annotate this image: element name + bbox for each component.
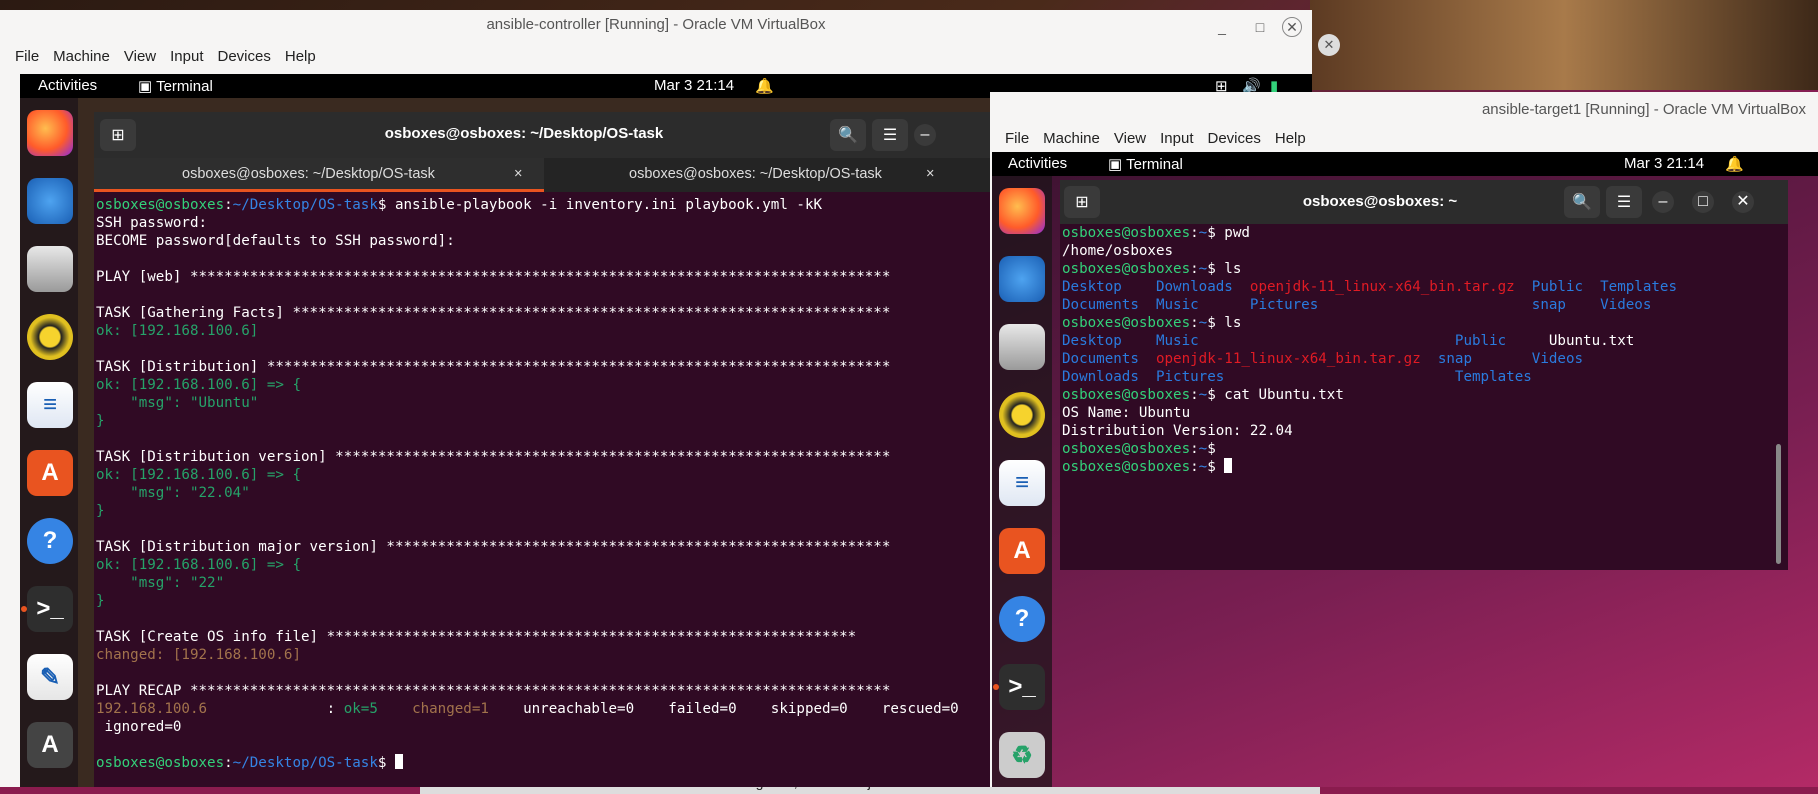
target-guest-screen: Activities ▣ Terminal Mar 3 21:14 🔔 ≡ A? >…	[992, 152, 1818, 787]
controller-menu-devices[interactable]: Devices	[211, 48, 278, 72]
search-icon[interactable]: 🔍	[830, 119, 866, 151]
target-menu-help[interactable]: Help	[1268, 130, 1313, 154]
terminal-line: Desktop Music Public Ubuntu.txt	[1062, 333, 1635, 349]
terminal-title: osboxes@osboxes: ~/Desktop/OS-task	[384, 125, 664, 142]
terminal-line: osboxes@osboxes:~$ ls	[1062, 315, 1242, 331]
target-terminal-output[interactable]: osboxes@osboxes:~$ pwd/home/osboxes osbox…	[1062, 224, 1772, 570]
terminal-line: osboxes@osboxes:~$	[1062, 458, 1772, 476]
new-tab-icon[interactable]: ⊞	[100, 119, 136, 151]
text-editor-icon[interactable]: ✎	[27, 654, 73, 700]
controller-dock: ≡ A? >_ ✎ A	[20, 98, 78, 787]
terminal-icon[interactable]: >_	[27, 586, 73, 632]
tab-1-label: osboxes@osboxes: ~/Desktop/OS-task	[182, 166, 435, 182]
cursor	[1224, 458, 1233, 473]
controller-menu-file[interactable]: File	[8, 48, 46, 72]
bell-icon: 🔔	[755, 78, 774, 95]
tab-2-label: osboxes@osboxes: ~/Desktop/OS-task	[629, 166, 882, 182]
terminal-icon: ▣	[138, 78, 153, 95]
target-menu-file[interactable]: File	[998, 130, 1036, 154]
target-activities-button[interactable]: Activities	[1008, 155, 1067, 172]
maximize-icon[interactable]: □	[1692, 191, 1714, 213]
thunderbird-icon[interactable]	[27, 178, 73, 224]
terminal-line: Desktop Downloads openjdk-11_linux-x64_b…	[1062, 279, 1678, 295]
terminal-line: Documents openjdk-11_linux-x64_bin.tar.g…	[1062, 351, 1584, 367]
tab-1[interactable]: osboxes@osboxes: ~/Desktop/OS-task ×	[94, 158, 544, 192]
target-terminal-app-menu[interactable]: ▣ Terminal	[1108, 155, 1183, 173]
help-icon[interactable]: ?	[27, 518, 73, 564]
minimize-terminal-icon[interactable]: –	[914, 124, 936, 146]
rhythmbox-icon[interactable]	[27, 314, 73, 360]
terminal-line: Documents Music Pictures snap Videos	[1062, 297, 1652, 313]
trash-icon[interactable]: ♻	[999, 732, 1045, 778]
terminal-scrollbar[interactable]	[1776, 444, 1781, 564]
running-indicator	[21, 606, 27, 612]
controller-menu-help[interactable]: Help	[278, 48, 323, 72]
target-vbox-window: ansible-target1 [Running] - Oracle VM Vi…	[990, 92, 1818, 787]
minimize-icon[interactable]: –	[1652, 191, 1674, 213]
terminal-line: OS Name: Ubuntu	[1062, 405, 1191, 421]
target-clock[interactable]: Mar 3 21:14	[1624, 155, 1704, 172]
cursor	[394, 754, 403, 769]
target-gnome-topbar: Activities ▣ Terminal Mar 3 21:14 🔔	[992, 152, 1818, 176]
target-terminal-title: osboxes@osboxes: ~	[1302, 193, 1458, 210]
terminal-app-menu[interactable]: ▣ Terminal	[138, 77, 213, 95]
tab-1-close-icon[interactable]: ×	[514, 166, 522, 182]
tab-2-close-icon[interactable]: ×	[926, 166, 934, 182]
target-terminal-window: ⊞ osboxes@osboxes: ~ 🔍 ☰ – □ ✕ osboxes@o…	[1060, 180, 1788, 570]
maximize-button[interactable]: □	[1250, 17, 1270, 37]
thunderbird-icon[interactable]	[999, 256, 1045, 302]
target-menubar: File Machine View Input Devices Help	[998, 130, 1313, 154]
host-wallpaper-strip	[1310, 0, 1818, 90]
target-menu-devices[interactable]: Devices	[1201, 130, 1268, 154]
search-icon[interactable]: 🔍	[1564, 186, 1600, 218]
tab-2[interactable]: osboxes@osboxes: ~/Desktop/OS-task ×	[544, 158, 944, 192]
appcenter-icon[interactable]: A	[999, 528, 1045, 574]
firefox-icon[interactable]	[999, 188, 1045, 234]
target-menu-machine[interactable]: Machine	[1036, 130, 1107, 154]
terminal-line: osboxes@osboxes:~$ pwd	[1062, 225, 1250, 241]
terminal-line: osboxes@osboxes:~$ ls	[1062, 261, 1242, 277]
clock[interactable]: Mar 3 21:14	[654, 77, 734, 94]
writer-icon[interactable]: ≡	[999, 460, 1045, 506]
running-indicator	[993, 684, 999, 690]
close-button[interactable]: ✕	[1282, 17, 1302, 37]
controller-menu-machine[interactable]: Machine	[46, 48, 117, 72]
target-menu-view[interactable]: View	[1107, 130, 1153, 154]
terminal-icon: ▣	[1108, 156, 1123, 173]
app-name: Terminal	[156, 78, 213, 95]
activities-button[interactable]: Activities	[38, 77, 97, 94]
terminal-line: osboxes@osboxes:~$	[1062, 441, 1216, 457]
terminal-line: osboxes@osboxes:~$ cat Ubuntu.txt	[1062, 387, 1344, 403]
firefox-icon[interactable]	[27, 110, 73, 156]
controller-menubar: File Machine View Input Devices Help	[8, 48, 323, 72]
terminal-line: Downloads Pictures Templates	[1062, 369, 1532, 385]
controller-menu-view[interactable]: View	[117, 48, 163, 72]
target-window-title: ansible-target1 [Running] - Oracle VM Vi…	[1481, 101, 1806, 118]
terminal-line: /home/osboxes	[1062, 243, 1174, 259]
new-tab-icon[interactable]: ⊞	[1064, 186, 1100, 218]
target-menu-input[interactable]: Input	[1153, 130, 1200, 154]
files-icon[interactable]	[999, 324, 1045, 370]
target-dock: ≡ A? >_ ♻	[992, 176, 1052, 787]
close-icon[interactable]: ✕	[1732, 191, 1754, 213]
rhythmbox-icon[interactable]	[999, 392, 1045, 438]
target-app-name: Terminal	[1126, 156, 1183, 173]
host-close-button[interactable]: ✕	[1318, 34, 1340, 56]
updater-icon[interactable]: A	[27, 722, 73, 768]
bell-icon: 🔔	[1725, 156, 1744, 173]
controller-window-title: ansible-controller [Running] - Oracle VM…	[486, 16, 826, 33]
hamburger-menu-icon[interactable]: ☰	[1606, 186, 1642, 218]
help-icon[interactable]: ?	[999, 596, 1045, 642]
controller-menu-input[interactable]: Input	[163, 48, 210, 72]
target-terminal-headerbar: ⊞ osboxes@osboxes: ~ 🔍 ☰ – □ ✕	[1060, 180, 1788, 224]
files-icon[interactable]	[27, 246, 73, 292]
writer-icon[interactable]: ≡	[27, 382, 73, 428]
terminal-line: Distribution Version: 22.04	[1062, 423, 1293, 439]
hamburger-menu-icon[interactable]: ☰	[872, 119, 908, 151]
minimize-button[interactable]: _	[1212, 17, 1232, 37]
appcenter-icon[interactable]: A	[27, 450, 73, 496]
terminal-icon[interactable]: >_	[999, 664, 1045, 710]
